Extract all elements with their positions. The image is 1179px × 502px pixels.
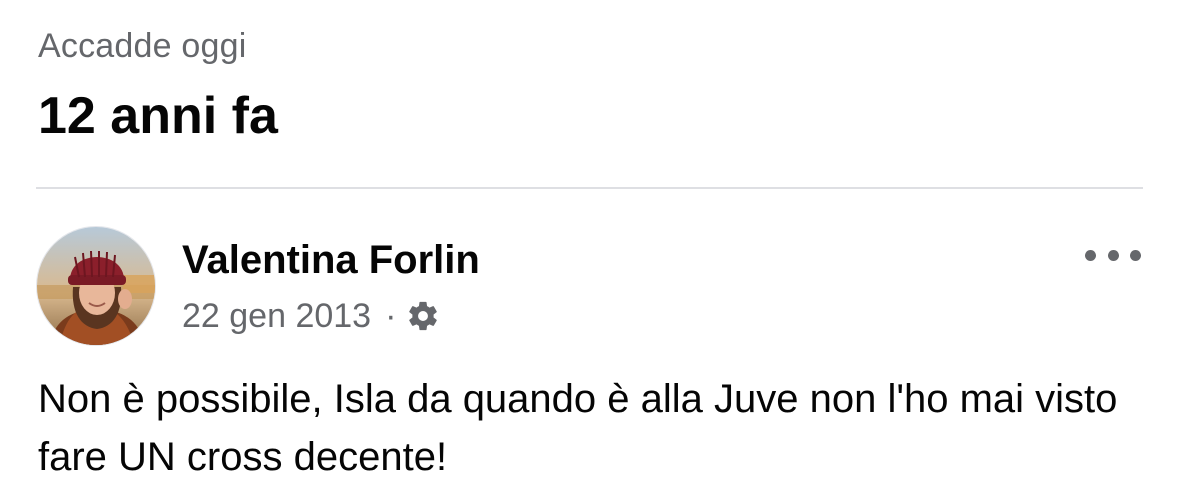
gear-icon[interactable] (406, 299, 440, 333)
memory-header: Accadde oggi 12 anni fa (38, 24, 278, 146)
more-options-dot (1107, 249, 1119, 261)
divider (36, 187, 1143, 189)
author-name[interactable]: Valentina Forlin (182, 236, 480, 284)
post-date[interactable]: 22 gen 2013 (182, 297, 371, 336)
meta-separator: · (385, 296, 397, 335)
more-options-button[interactable] (1085, 240, 1141, 270)
more-options-icon (1085, 249, 1096, 261)
avatar[interactable] (36, 226, 156, 346)
years-ago-title: 12 anni fa (38, 87, 278, 145)
post-meta: 22 gen 2013 · (182, 294, 440, 338)
avatar-photo (37, 227, 155, 345)
section-label: Accadde oggi (38, 27, 247, 65)
more-options-dot (1130, 249, 1141, 261)
post-text: Non è possibile, Isla da quando è alla J… (38, 377, 1118, 479)
